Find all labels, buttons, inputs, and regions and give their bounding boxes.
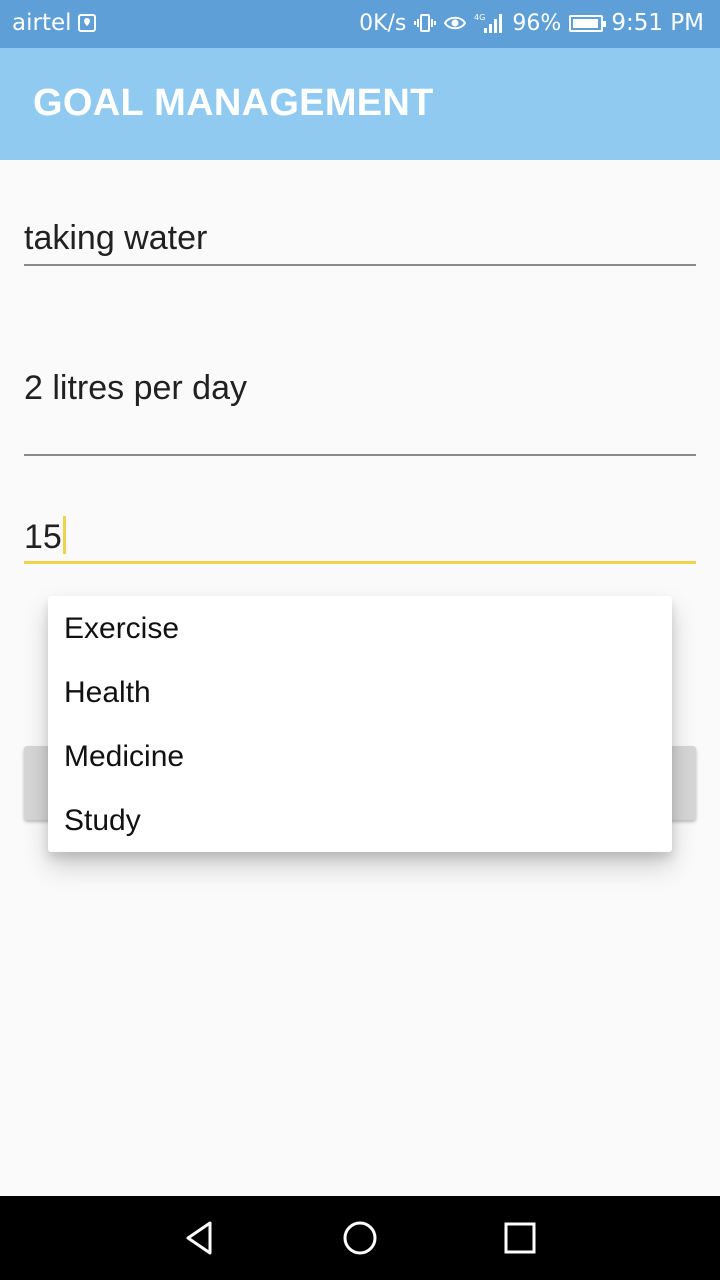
goal-target-underline (24, 454, 696, 456)
dropdown-option-exercise[interactable]: Exercise (64, 597, 656, 661)
carrier-name: airtel (12, 10, 72, 36)
eye-icon (444, 16, 467, 30)
text-cursor (62, 516, 66, 554)
carrier-group: airtel (12, 10, 96, 36)
back-icon[interactable] (178, 1216, 222, 1260)
goal-days-text: 15 (24, 518, 62, 556)
goal-days-field[interactable]: 15 (24, 512, 696, 568)
recents-icon[interactable] (498, 1216, 542, 1260)
battery-percent: 96% (512, 10, 562, 36)
goal-days-underline-focused (24, 561, 696, 564)
page-title: GOAL MANAGEMENT (33, 82, 434, 124)
goal-days-value: 15 (24, 516, 66, 557)
signal-icon: 4G (474, 13, 503, 33)
dropdown-option-medicine[interactable]: Medicine (64, 725, 656, 789)
vibrate-icon (414, 14, 437, 32)
home-icon[interactable] (338, 1216, 382, 1260)
network-type: 4G (474, 13, 485, 22)
goal-name-field[interactable]: taking water (24, 215, 696, 269)
clock: 9:51 PM (611, 10, 704, 36)
app-bar: GOAL MANAGEMENT (0, 48, 720, 160)
goal-target-value: 2 litres per day (24, 369, 247, 407)
goal-name-underline (24, 264, 696, 266)
status-icons: 0K/s 4G 96% 9:51 PM (351, 10, 704, 36)
navigation-bar (0, 1196, 720, 1280)
battery-icon (569, 14, 607, 32)
category-dropdown: Exercise Health Medicine Study (48, 596, 672, 852)
dropdown-option-health[interactable]: Health (64, 661, 656, 725)
goal-name-value: taking water (24, 219, 208, 257)
net-speed: 0K/s (359, 10, 407, 36)
dropdown-option-study[interactable]: Study (64, 789, 656, 853)
goal-target-field[interactable]: 2 litres per day (24, 365, 696, 460)
status-bar: airtel 0K/s 4G 96% 9:51 PM (0, 0, 720, 48)
location-icon (77, 14, 96, 32)
